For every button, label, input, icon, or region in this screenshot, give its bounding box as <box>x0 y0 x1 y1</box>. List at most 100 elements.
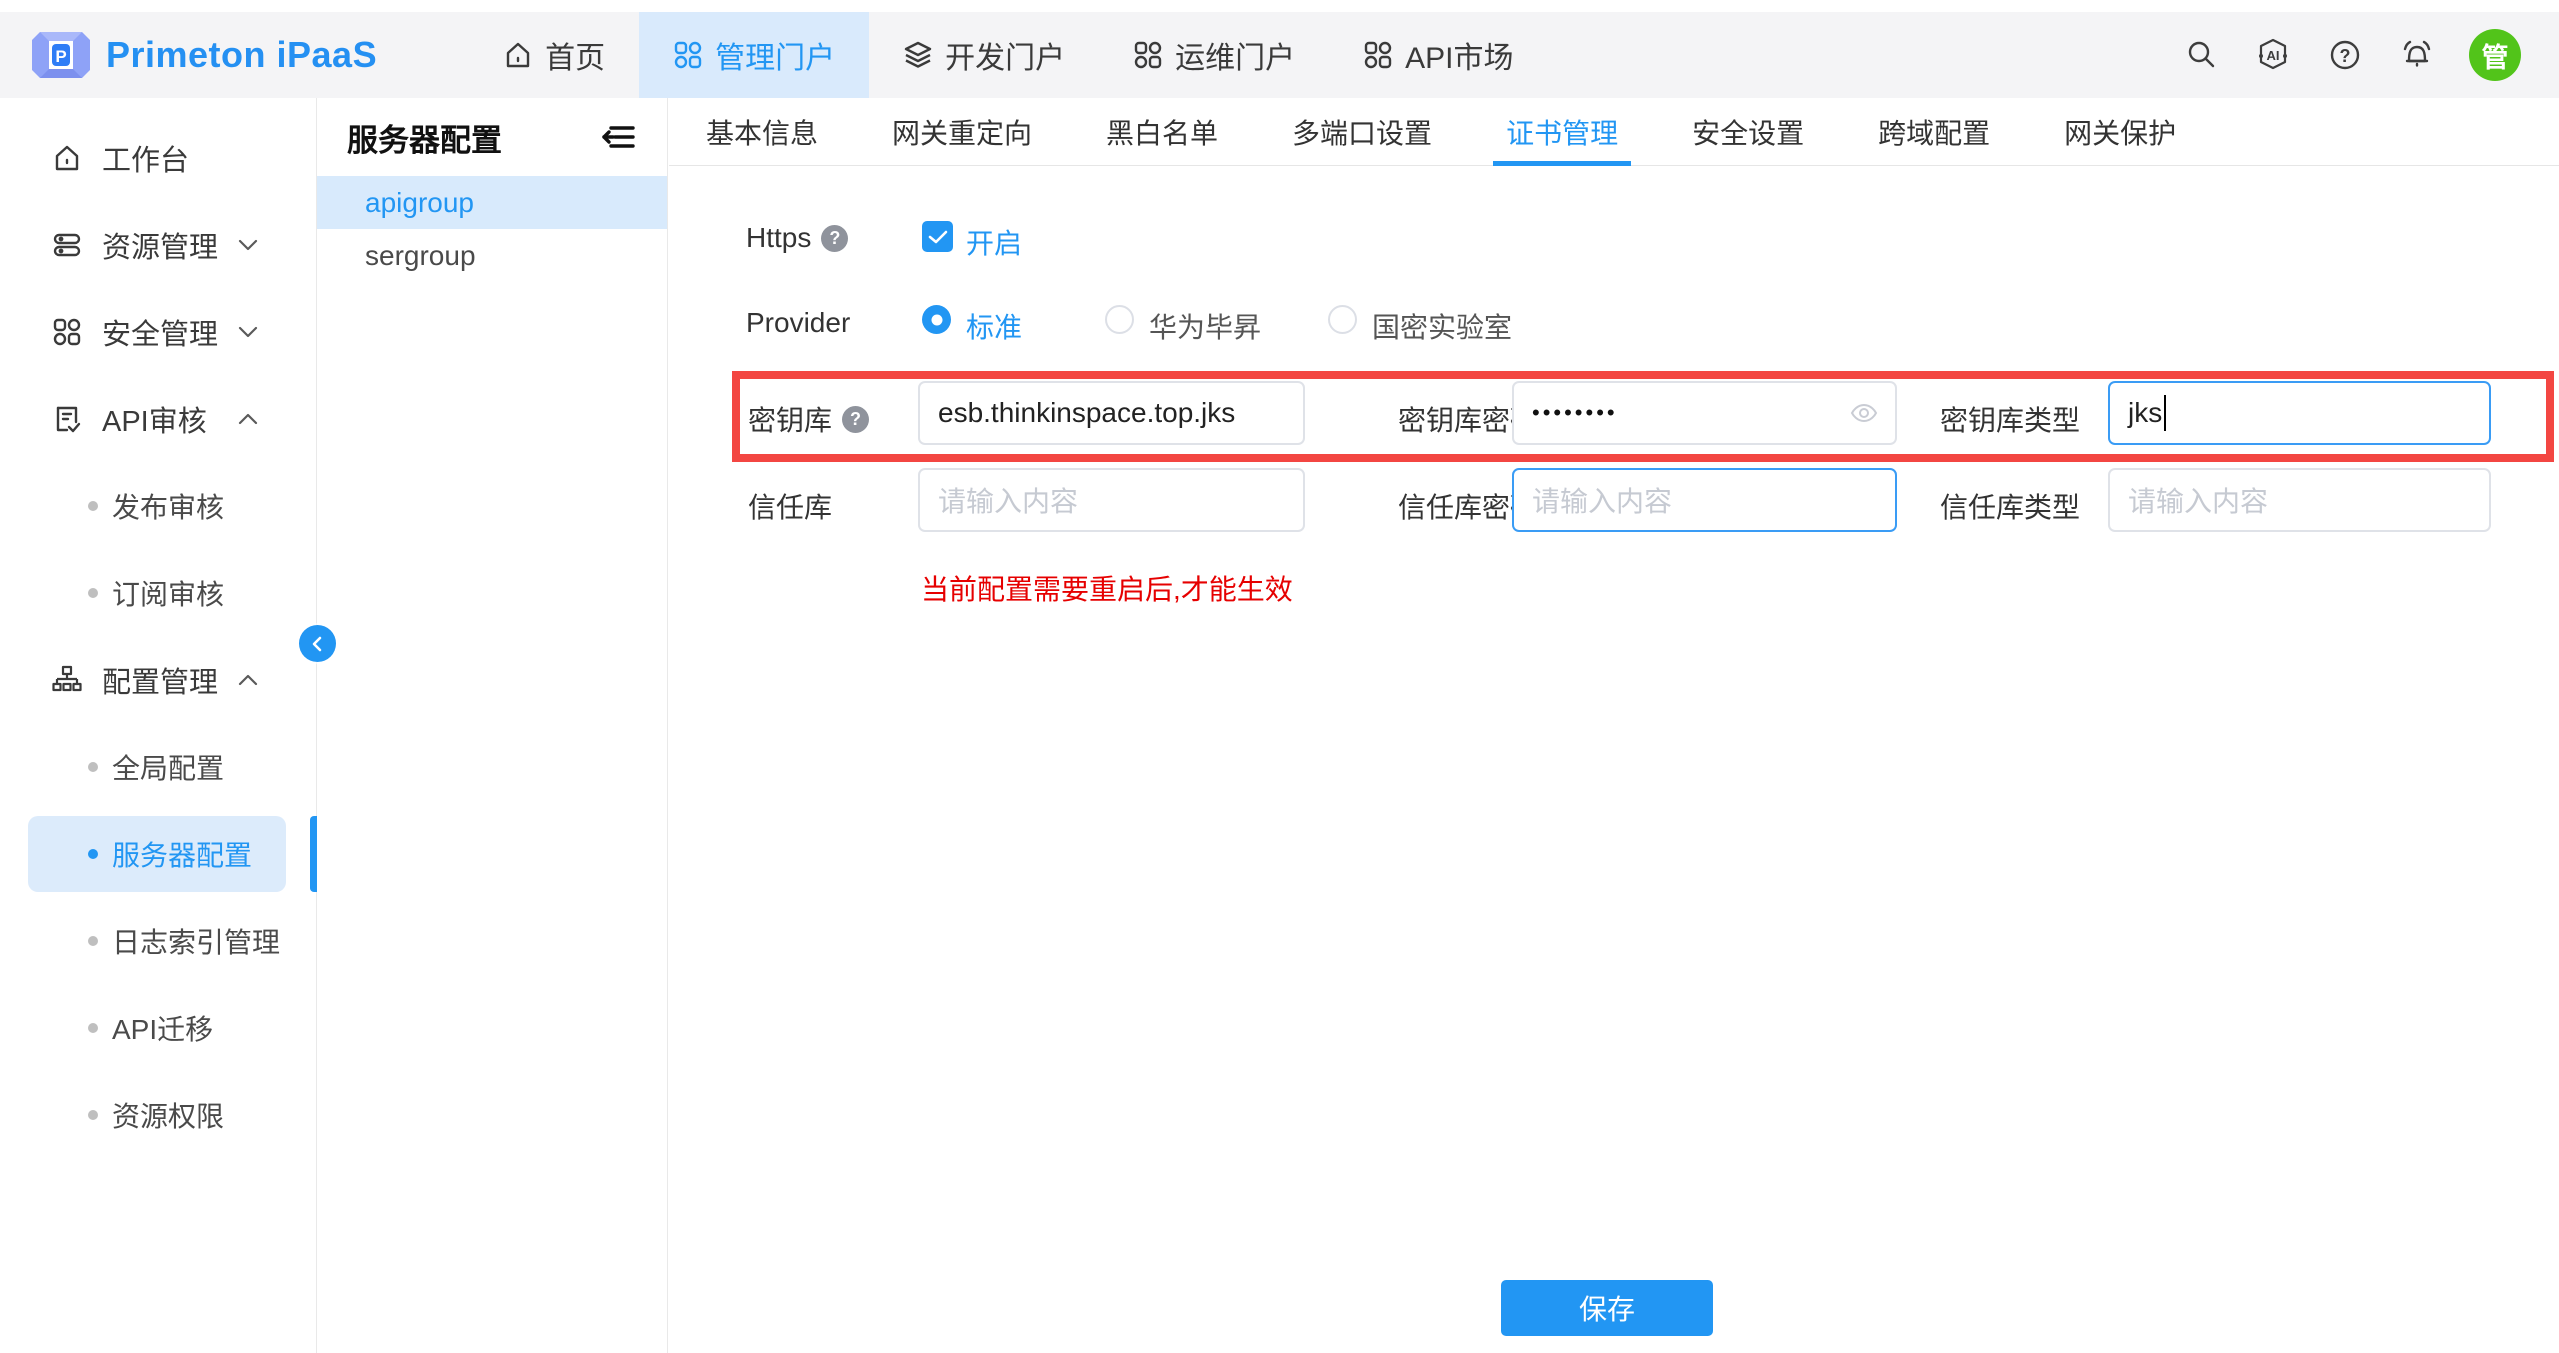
sidebar-item-config-mgmt[interactable]: 配置管理 <box>0 636 316 723</box>
tab-blackwhite-list[interactable]: 黑白名单 <box>1069 98 1255 165</box>
search-icon[interactable] <box>2181 35 2221 75</box>
tab-basic-info[interactable]: 基本信息 <box>669 98 855 165</box>
svg-text:AI: AI <box>2267 48 2280 63</box>
https-checkbox[interactable] <box>922 221 953 252</box>
sidebar-item-log-index[interactable]: 日志索引管理 <box>0 897 316 984</box>
help-icon[interactable]: ? <box>842 406 869 433</box>
svg-text:P: P <box>55 47 66 66</box>
help-icon[interactable]: ? <box>2325 35 2365 75</box>
sidebar-item-global-config[interactable]: 全局配置 <box>0 723 316 810</box>
nav-admin-portal-label: 管理门户 <box>715 33 835 77</box>
nav-dev-portal-label: 开发门户 <box>945 33 1065 77</box>
sidebar-item-label: 日志索引管理 <box>112 921 280 961</box>
eye-icon[interactable] <box>1849 398 1879 428</box>
save-button[interactable]: 保存 <box>1501 1280 1713 1336</box>
tab-label: 证书管理 <box>1506 112 1618 152</box>
tab-security-settings[interactable]: 安全设置 <box>1655 98 1841 165</box>
grid-icon <box>52 317 82 347</box>
nav-ops-portal[interactable]: 运维门户 <box>1099 12 1329 98</box>
https-label-text: Https <box>746 222 811 254</box>
nav-home-label: 首页 <box>545 33 605 77</box>
sidebar-item-resource-perms[interactable]: 资源权限 <box>0 1071 316 1158</box>
provider-radio-huawei[interactable] <box>1105 305 1134 334</box>
provider-option-label[interactable]: 国密实验室 <box>1372 306 1512 346</box>
panel-item-apigroup[interactable]: apigroup <box>317 176 667 229</box>
bullet-icon <box>88 1110 98 1120</box>
sidebar-item-server-config[interactable]: 服务器配置 <box>0 810 316 897</box>
sidebar-nav: 工作台 资源管理 安全管理 <box>0 98 317 1353</box>
sidebar-item-security[interactable]: 安全管理 <box>0 288 316 375</box>
sidebar-item-label: API审核 <box>102 398 207 440</box>
sidebar-item-subscribe-review[interactable]: 订阅审核 <box>0 549 316 636</box>
chevron-up-icon <box>238 413 258 425</box>
keystore-password-input[interactable]: •••••••• <box>1512 381 1897 445</box>
keystore-password-value: •••••••• <box>1532 400 1618 426</box>
portal-nav: 首页 管理门户 开发门户 <box>469 12 1547 98</box>
brand-logo-icon: P <box>32 26 90 84</box>
tab-multiport[interactable]: 多端口设置 <box>1255 98 1469 165</box>
help-icon[interactable]: ? <box>821 225 848 252</box>
sidebar-collapse-button[interactable] <box>299 625 336 662</box>
restart-notice: 当前配置需要重启后,才能生效 <box>921 568 1293 608</box>
sidebar-item-api-review[interactable]: API审核 <box>0 375 316 462</box>
svg-text:?: ? <box>2340 46 2351 66</box>
provider-radio-guomi[interactable] <box>1328 305 1357 334</box>
ai-icon[interactable]: AI <box>2253 35 2293 75</box>
grid-icon <box>1363 40 1393 70</box>
sidebar-item-label: 发布审核 <box>112 486 224 526</box>
active-item-edge-bar <box>310 816 317 892</box>
sidebar-item-label: 服务器配置 <box>112 834 252 874</box>
tab-label: 基本信息 <box>706 112 818 152</box>
tab-gateway-redirect[interactable]: 网关重定向 <box>855 98 1069 165</box>
tab-cors-config[interactable]: 跨域配置 <box>1841 98 2027 165</box>
https-checkbox-label[interactable]: 开启 <box>966 222 1022 262</box>
tab-label: 安全设置 <box>1692 112 1804 152</box>
keystore-type-label: 密钥库类型 <box>1940 399 2080 439</box>
truststore-placeholder: 请输入内容 <box>938 480 1078 520</box>
grid-icon <box>673 40 703 70</box>
sidebar-item-workbench[interactable]: 工作台 <box>0 114 316 201</box>
nav-admin-portal[interactable]: 管理门户 <box>639 12 869 98</box>
sidebar-item-label: 全局配置 <box>112 747 224 787</box>
provider-option-label[interactable]: 华为毕昇 <box>1149 306 1261 346</box>
nav-home[interactable]: 首页 <box>469 12 639 98</box>
sitemap-icon <box>52 665 82 695</box>
sidebar-item-label: 资源权限 <box>112 1095 224 1135</box>
home-icon <box>52 143 82 173</box>
keystore-type-input[interactable]: jks <box>2108 381 2491 445</box>
sidebar-item-resources[interactable]: 资源管理 <box>0 201 316 288</box>
user-avatar[interactable]: 管 <box>2469 29 2521 81</box>
nav-dev-portal[interactable]: 开发门户 <box>869 12 1099 98</box>
grid-icon <box>1133 40 1163 70</box>
keystore-label: 密钥库 ? <box>748 399 869 439</box>
sidebar-item-label: API迁移 <box>112 1008 213 1048</box>
panel-item-sergroup[interactable]: sergroup <box>317 229 667 282</box>
truststore-password-input[interactable]: 请输入内容 <box>1512 468 1897 532</box>
provider-option-label[interactable]: 标准 <box>966 306 1022 346</box>
brand-name: Primeton iPaaS <box>106 34 377 76</box>
panel-item-label: apigroup <box>365 187 474 219</box>
tab-label: 黑白名单 <box>1106 112 1218 152</box>
sidebar-item-publish-review[interactable]: 发布审核 <box>0 462 316 549</box>
doc-check-icon <box>52 404 82 434</box>
bell-icon[interactable] <box>2397 35 2437 75</box>
sidebar-item-api-migration[interactable]: API迁移 <box>0 984 316 1071</box>
tab-gateway-protection[interactable]: 网关保护 <box>2027 98 2213 165</box>
keystore-label-text: 密钥库 <box>748 399 832 439</box>
server-config-panel: 服务器配置 apigroup sergroup <box>317 98 668 1353</box>
provider-radio-standard[interactable] <box>922 305 951 334</box>
bullet-icon <box>88 1023 98 1033</box>
app-header: P Primeton iPaaS 首页 管理门户 <box>0 12 2559 98</box>
truststore-input[interactable]: 请输入内容 <box>918 468 1305 532</box>
panel-item-label: sergroup <box>365 240 476 272</box>
nav-api-market[interactable]: API市场 <box>1329 12 1547 98</box>
truststore-type-input[interactable]: 请输入内容 <box>2108 468 2491 532</box>
keystore-input[interactable]: esb.thinkinspace.top.jks <box>918 381 1305 445</box>
panel-collapse-icon[interactable] <box>601 123 635 151</box>
text-cursor <box>2164 395 2166 431</box>
tab-label: 网关重定向 <box>892 112 1032 152</box>
keystore-value: esb.thinkinspace.top.jks <box>938 397 1235 429</box>
tab-certificate-mgmt[interactable]: 证书管理 <box>1469 98 1655 165</box>
sidebar-item-label: 安全管理 <box>102 311 218 353</box>
nav-api-market-label: API市场 <box>1405 33 1513 77</box>
